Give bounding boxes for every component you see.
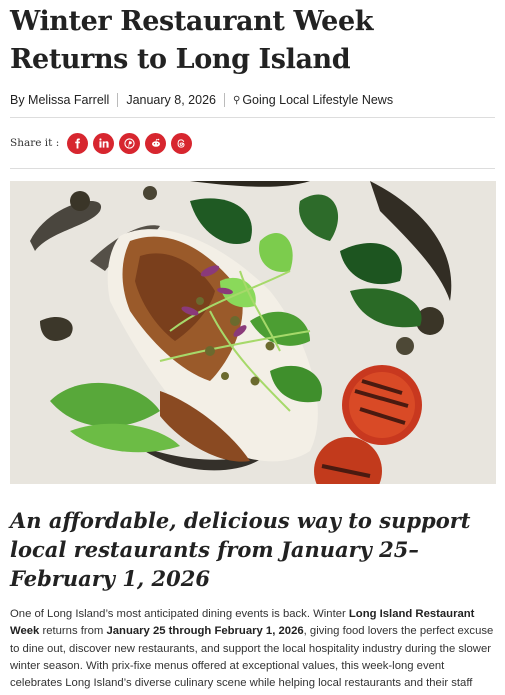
divider — [10, 168, 495, 169]
meta-divider — [117, 93, 119, 107]
article-intro-paragraph: One of Long Island’s most anticipated di… — [10, 606, 495, 695]
article-page: Winter Restaurant Week Returns to Long I… — [0, 0, 505, 695]
linkedin-icon — [99, 138, 109, 148]
facebook-icon — [75, 137, 81, 149]
threads-icon — [177, 138, 185, 148]
reddit-share-button[interactable] — [145, 132, 167, 154]
author-link[interactable]: By Melissa Farrell — [10, 93, 109, 107]
share-label: Share it : — [10, 137, 60, 149]
hero-image — [10, 181, 496, 484]
article-meta: By Melissa Farrell January 8, 2026 ⚲ Goi… — [10, 91, 495, 109]
body-bold-dates: January 25 through February 1, 2026 — [106, 625, 304, 638]
body-text-segment: One of Long Island’s most anticipated di… — [10, 608, 349, 620]
pinterest-share-button[interactable] — [119, 132, 141, 154]
source-link[interactable]: Going Local Lifestyle News — [242, 93, 393, 107]
location-pin-icon: ⚲ — [232, 94, 241, 106]
plated-fish-dish-illustration — [10, 181, 496, 484]
publish-date: January 8, 2026 — [126, 93, 216, 107]
threads-share-button[interactable] — [171, 132, 193, 154]
meta-divider — [223, 93, 225, 107]
pinterest-icon — [124, 137, 135, 149]
facebook-share-button[interactable] — [67, 132, 89, 154]
article-subheading: An affordable, delicious way to support … — [10, 508, 471, 591]
article-title: Winter Restaurant Week Returns to Long I… — [10, 6, 374, 75]
linkedin-share-button[interactable] — [93, 132, 115, 154]
body-text-segment: returns from — [39, 625, 107, 638]
share-bar: Share it : — [10, 118, 495, 168]
reddit-icon — [151, 138, 160, 147]
